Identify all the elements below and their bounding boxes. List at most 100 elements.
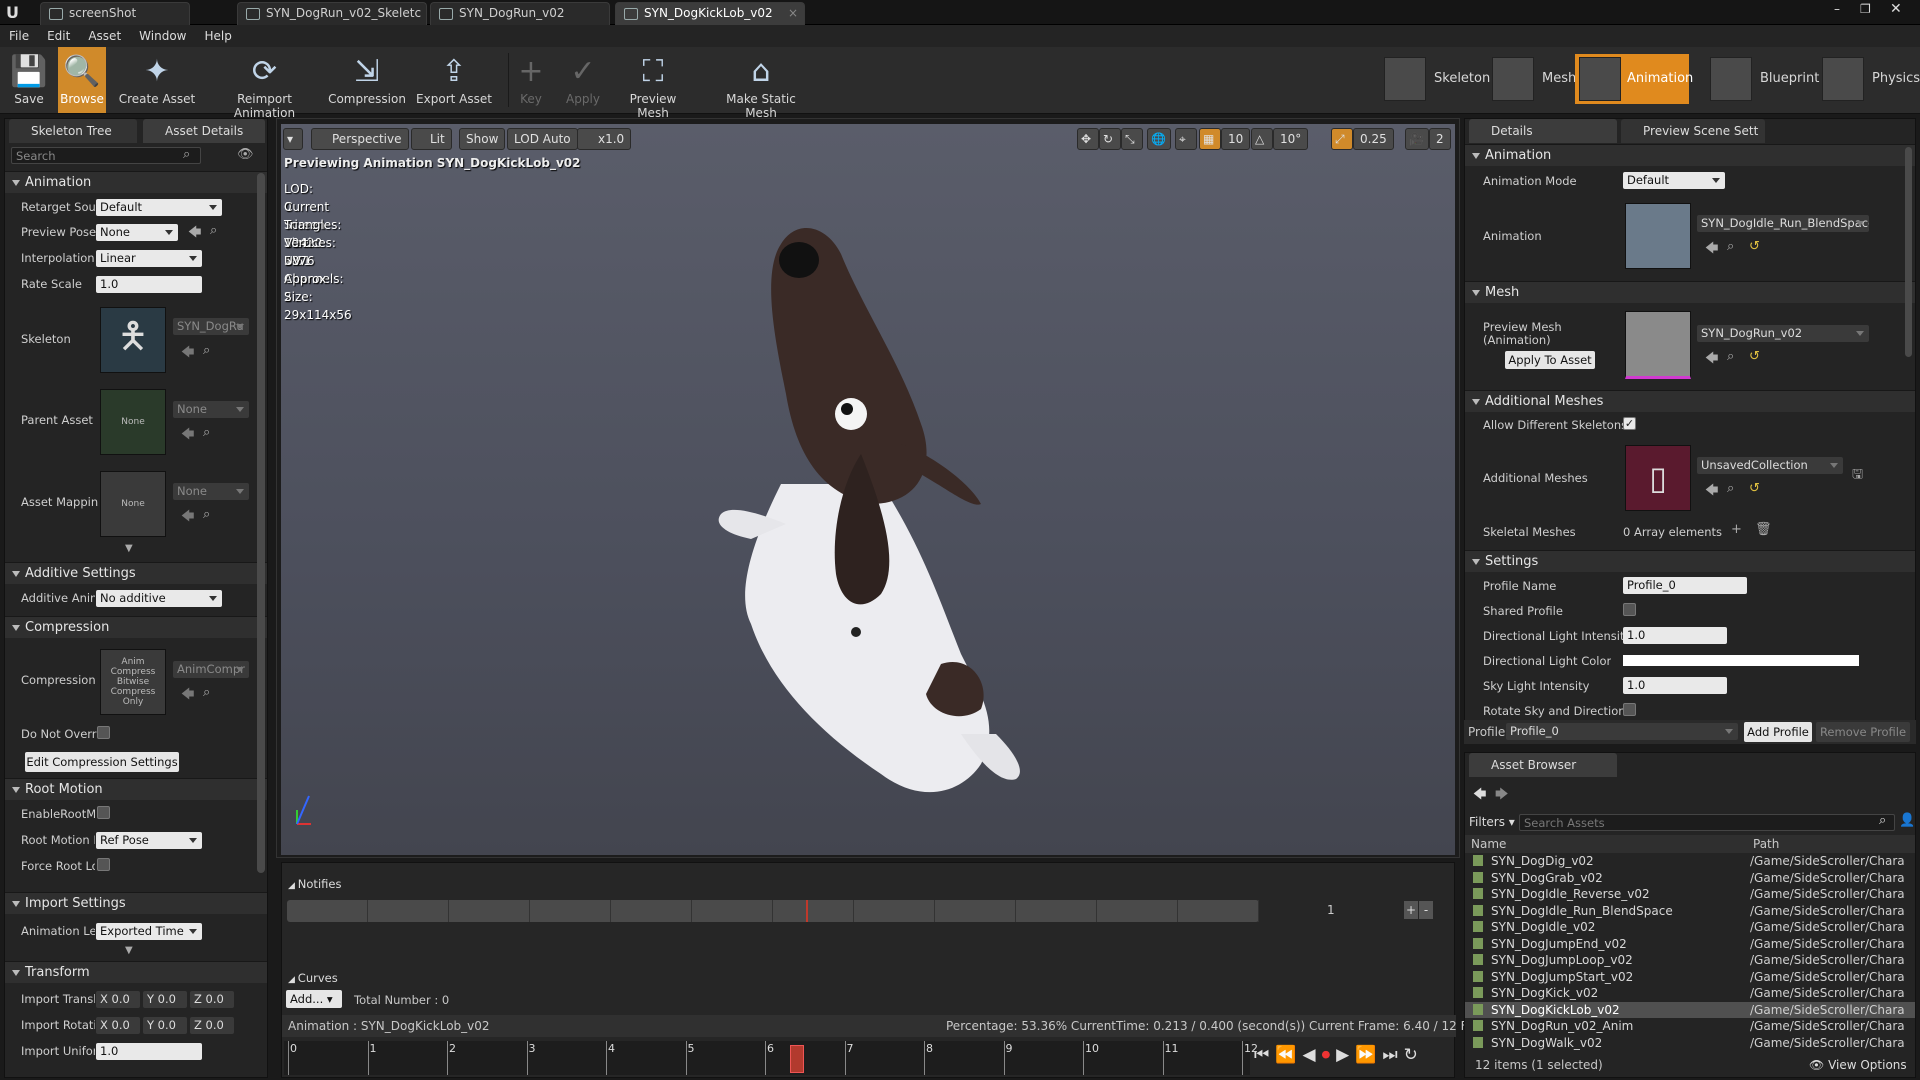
notify-cell[interactable] <box>287 900 368 922</box>
force-root-checkbox[interactable] <box>97 858 110 871</box>
browse-icon[interactable]: ⌕ <box>210 223 217 238</box>
back-arrow-icon[interactable]: 🡄 <box>1473 785 1486 807</box>
browse-icon[interactable]: ⌕ <box>203 343 210 358</box>
export-asset-button[interactable]: ⇪ Export Asset <box>410 47 498 113</box>
tab-asset-details[interactable]: Asset Details <box>143 119 265 143</box>
section-transform[interactable]: Transform <box>5 961 267 983</box>
reset-icon[interactable]: ↺ <box>1749 239 1760 254</box>
import-translation-x[interactable]: X 0.0 <box>96 991 140 1008</box>
import-translation-z[interactable]: Z 0.0 <box>190 991 234 1008</box>
notify-cell[interactable] <box>773 900 854 922</box>
edit-compression-button[interactable]: Edit Compression Settings <box>25 752 179 772</box>
apply-to-asset-button[interactable]: Apply To Asset <box>1505 351 1595 369</box>
import-rotation-x[interactable]: X 0.0 <box>96 1017 140 1034</box>
mode-blueprint[interactable]: Blueprint <box>1706 54 1819 104</box>
asset-search-input[interactable]: Search Assets <box>1519 814 1895 831</box>
close-window-icon[interactable]: ✕ <box>1890 1 1902 17</box>
section-settings[interactable]: Settings <box>1465 550 1915 572</box>
step-forward-icon[interactable]: ⏩ <box>1355 1045 1376 1065</box>
reset-icon[interactable]: ↺ <box>1749 481 1760 496</box>
step-back-icon[interactable]: ⏪ <box>1275 1045 1296 1065</box>
add-element-icon[interactable]: + <box>1731 522 1742 537</box>
import-rotation-z[interactable]: Z 0.0 <box>190 1017 234 1034</box>
search-input[interactable]: Search <box>11 147 201 164</box>
notify-cell[interactable] <box>368 900 449 922</box>
save-button[interactable]: 💾 Save <box>4 47 54 113</box>
preview-pose-dropdown[interactable]: None <box>96 224 178 241</box>
details-scrollbar[interactable] <box>1905 147 1912 357</box>
tab-animation[interactable]: SYN_DogKickLob_v02 × <box>615 2 805 25</box>
view-options-button[interactable]: 👁 View Options <box>1809 1058 1907 1072</box>
apply-button[interactable]: ✓ Apply <box>560 47 606 113</box>
arrow-left-icon[interactable]: 🡄 <box>181 685 194 707</box>
tab-skeleton[interactable]: SYN_DogRun_v02_Skeletc <box>237 2 427 25</box>
parent-asset-thumbnail[interactable]: None <box>100 389 166 455</box>
additional-meshes-thumbnail[interactable]: ▯ <box>1625 445 1691 511</box>
delete-icon[interactable]: 🗑 <box>1755 522 1772 537</box>
left-scrollbar[interactable] <box>257 173 265 873</box>
profile-name-input[interactable]: Profile_0 <box>1623 577 1747 594</box>
do-not-override-checkbox[interactable] <box>97 726 110 739</box>
rate-scale-input[interactable]: 1.0 <box>96 276 202 293</box>
forward-arrow-icon[interactable]: 🡆 <box>1495 785 1508 807</box>
menu-window[interactable]: Window <box>130 25 195 47</box>
notify-cell[interactable] <box>530 900 611 922</box>
add-profile-button[interactable]: Add Profile <box>1744 722 1812 742</box>
browse-icon[interactable]: ⌕ <box>203 507 210 522</box>
shared-profile-checkbox[interactable] <box>1623 603 1636 616</box>
browse-icon[interactable]: ⌕ <box>1727 481 1734 496</box>
additive-dropdown[interactable]: No additive <box>96 590 222 607</box>
remove-profile-button[interactable]: Remove Profile <box>1816 722 1910 742</box>
notify-cell[interactable] <box>1097 900 1178 922</box>
section-compression[interactable]: Compression <box>5 616 267 638</box>
tab-screenshot[interactable]: screenShot <box>40 2 190 25</box>
compression-thumbnail[interactable]: Anim Compress Bitwise Compress Only <box>100 649 166 715</box>
section-animation[interactable]: Animation <box>5 171 267 193</box>
animation-length-dropdown[interactable]: Exported Time <box>96 923 202 940</box>
notify-cell[interactable] <box>611 900 692 922</box>
asset-row[interactable]: SYN_DogIdle_v02/Game/SideScroller/Chara <box>1465 919 1915 936</box>
asset-mapping-dropdown[interactable]: None <box>173 483 249 500</box>
view-options-icon[interactable]: 👁 <box>237 147 254 162</box>
tab-skeleton-tree[interactable]: Skeleton Tree <box>9 119 137 143</box>
compression-dropdown[interactable]: AnimCompr <box>173 661 249 678</box>
notify-cell[interactable] <box>1178 900 1259 922</box>
asset-mapping-thumbnail[interactable]: None <box>100 471 166 537</box>
curves-header[interactable]: ◢ Curves <box>288 971 338 985</box>
mode-skeleton[interactable]: Skeleton <box>1380 54 1490 104</box>
interpolation-dropdown[interactable]: Linear <box>96 250 202 267</box>
section-mesh[interactable]: Mesh <box>1465 281 1915 303</box>
dir-light-intensity-input[interactable]: 1.0 <box>1623 627 1727 644</box>
arrow-left-icon[interactable]: 🡄 <box>181 425 194 447</box>
reset-icon[interactable]: ↺ <box>1749 349 1760 364</box>
viewport[interactable]: ▾ Perspective Lit Show LOD Auto x1.0 ✥ ↻… <box>281 124 1455 855</box>
tab-asset-browser[interactable]: Asset Browser <box>1469 753 1617 777</box>
allow-different-checkbox[interactable]: ✓ <box>1623 417 1636 430</box>
enable-root-checkbox[interactable] <box>97 806 110 819</box>
import-uniform-input[interactable]: 1.0 <box>96 1043 202 1060</box>
retarget-dropdown[interactable]: Default <box>96 199 222 216</box>
additional-meshes-dropdown[interactable]: UnsavedCollection <box>1697 457 1843 474</box>
arrow-left-icon[interactable]: 🡄 <box>181 343 194 365</box>
section-additive[interactable]: Additive Settings <box>5 562 267 584</box>
browse-icon[interactable]: ⌕ <box>203 685 210 700</box>
section-animation-details[interactable]: Animation <box>1465 144 1915 166</box>
notify-cell[interactable] <box>449 900 530 922</box>
animation-mode-dropdown[interactable]: Default <box>1623 172 1725 189</box>
create-asset-button[interactable]: ✦ Create Asset <box>112 47 202 113</box>
minimize-icon[interactable]: – <box>1834 2 1840 16</box>
asset-row[interactable]: SYN_DogWalk_v02/Game/SideScroller/Chara <box>1465 1035 1915 1052</box>
record-icon[interactable]: ⏺ <box>1322 1045 1331 1065</box>
reimport-animation-button[interactable]: ⟳ Reimport Animation <box>207 47 322 121</box>
notify-cell[interactable] <box>935 900 1016 922</box>
import-rotation-y[interactable]: Y 0.0 <box>143 1017 187 1034</box>
preview-mesh-thumbnail[interactable] <box>1625 311 1691 379</box>
mode-physics[interactable]: Physics <box>1818 54 1920 104</box>
timeline-ruler[interactable]: 0 1 2 3 4 5 6 7 8 9 10 11 12 <box>284 1041 1258 1075</box>
browse-icon[interactable]: ⌕ <box>1727 239 1734 254</box>
menu-asset[interactable]: Asset <box>79 25 130 47</box>
asset-row[interactable]: SYN_DogRun_v02_Anim/Game/SideScroller/Ch… <box>1465 1018 1915 1035</box>
arrow-left-icon[interactable]: 🡄 <box>1705 349 1718 371</box>
asset-row[interactable]: SYN_DogJumpEnd_v02/Game/SideScroller/Cha… <box>1465 936 1915 953</box>
column-name[interactable]: Name <box>1471 837 1506 851</box>
